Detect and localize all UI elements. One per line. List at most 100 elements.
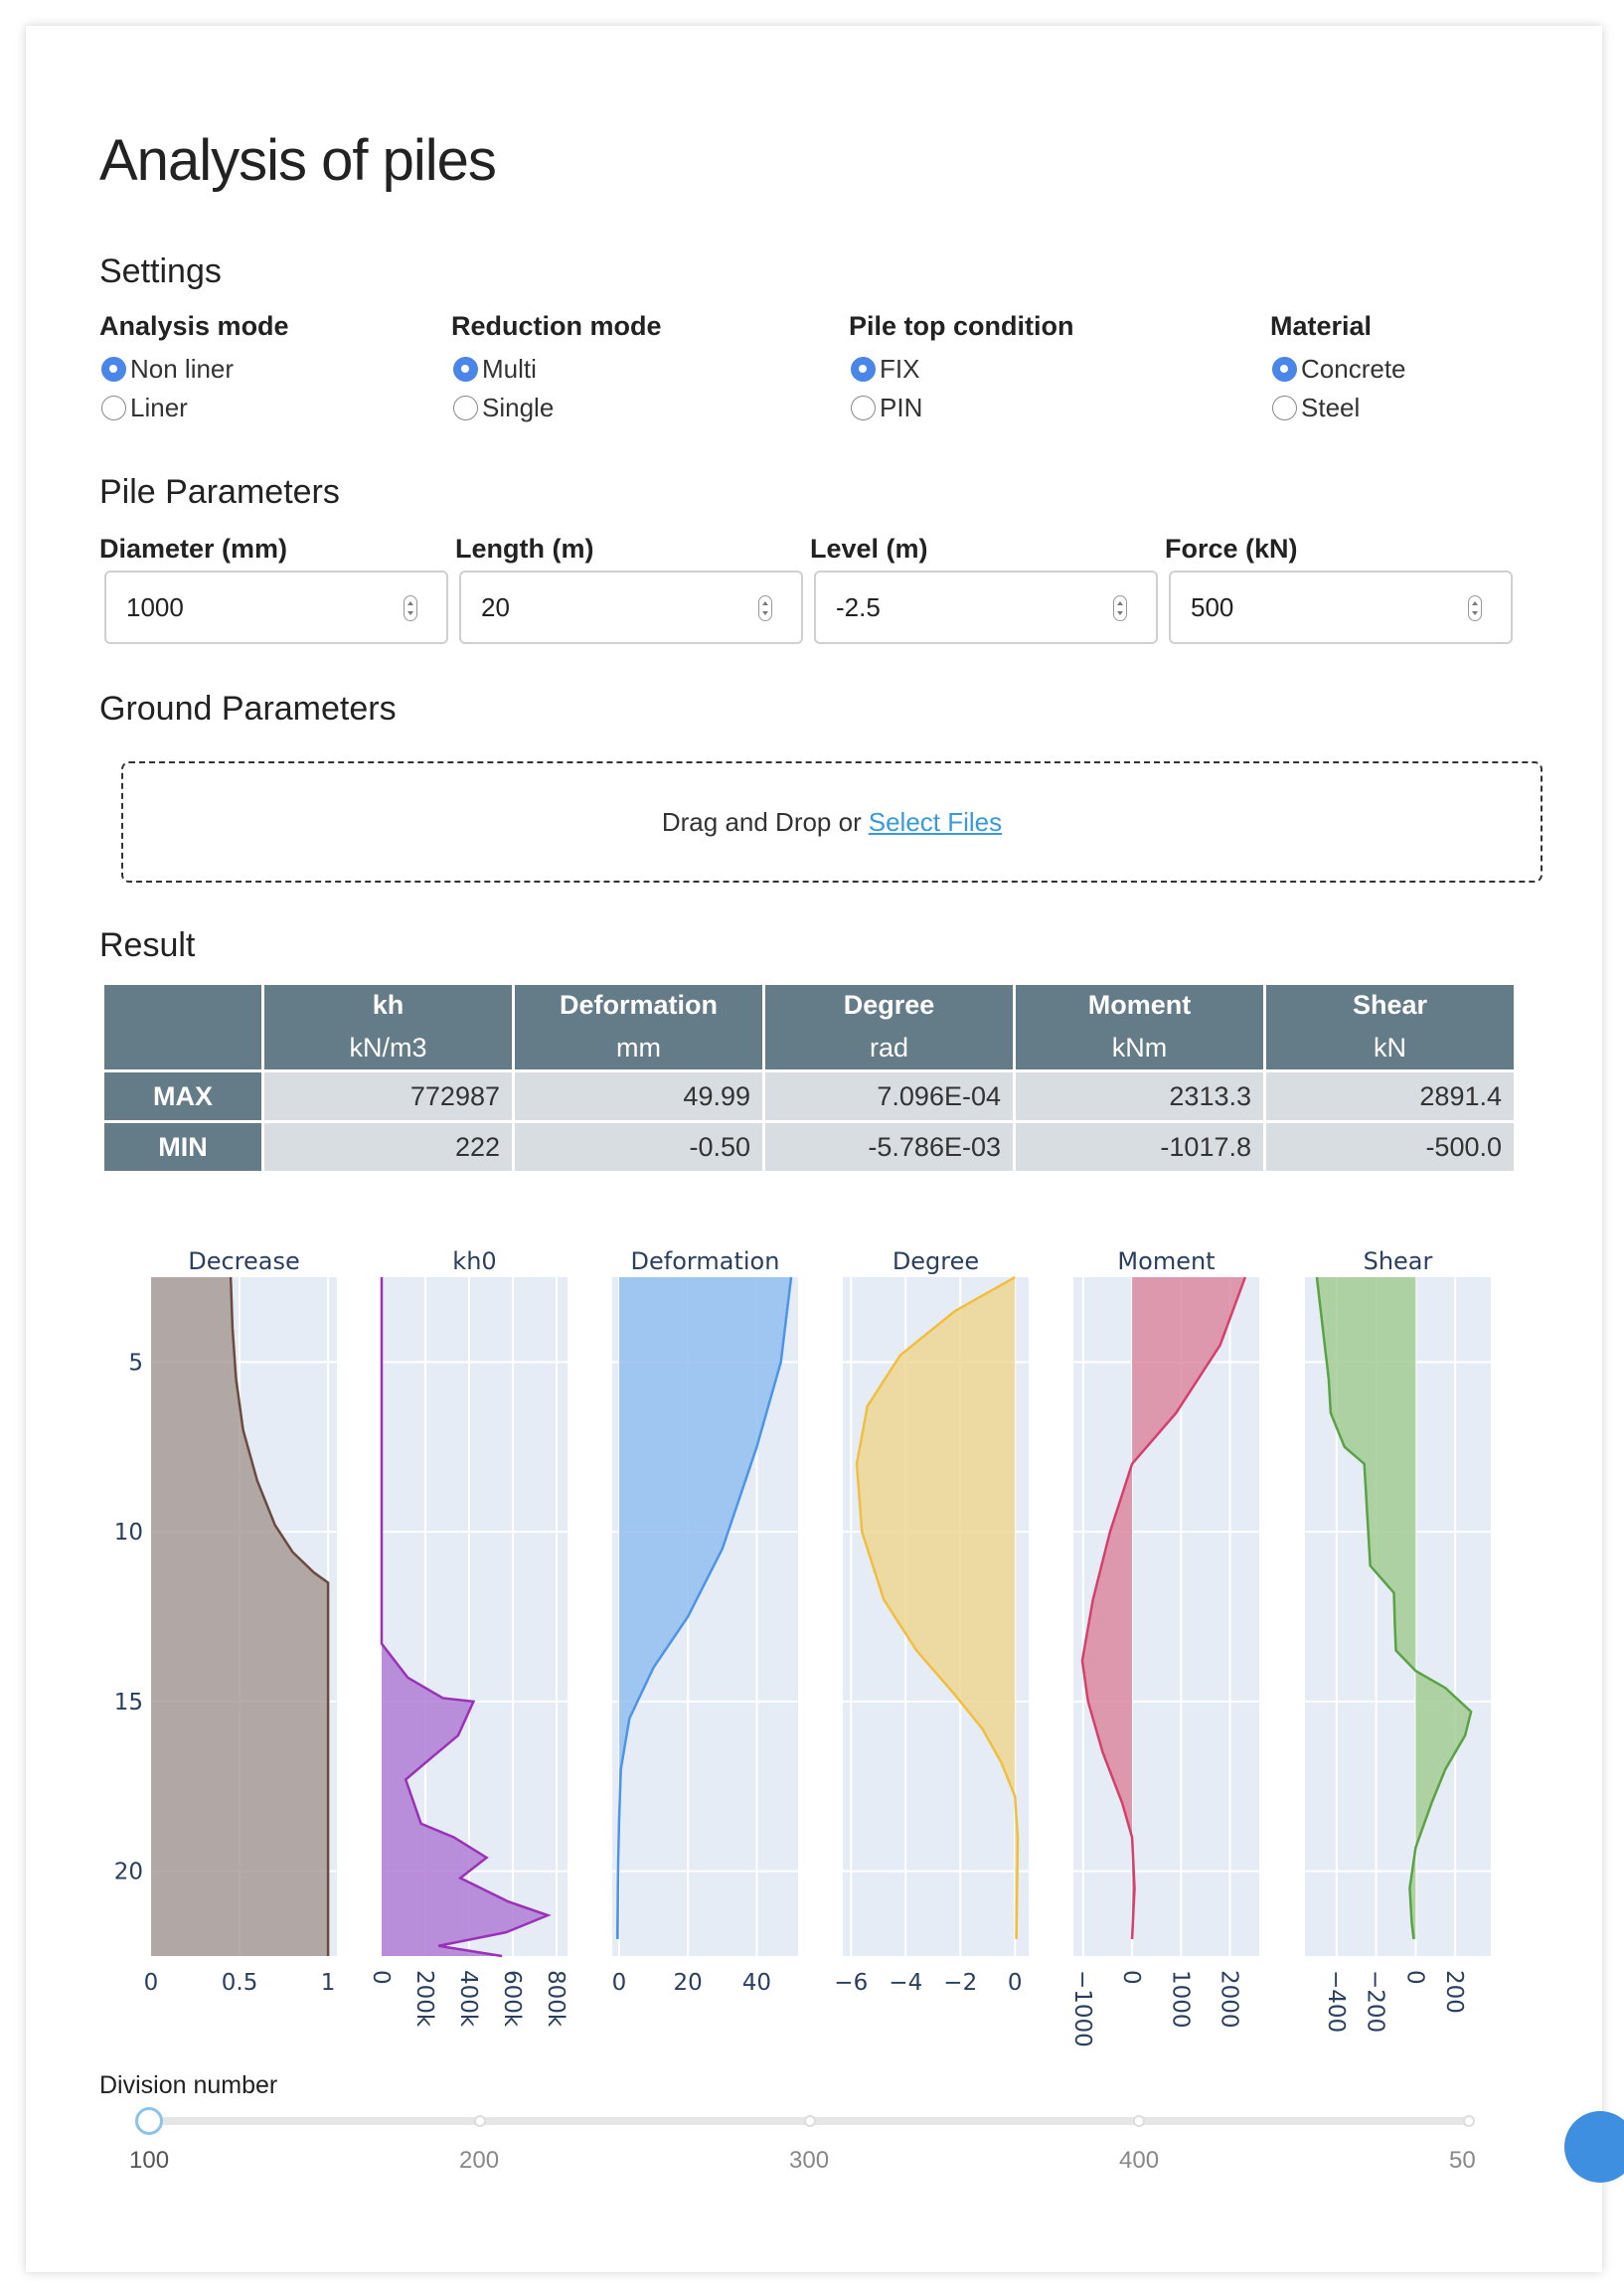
y-tick-label: 5 xyxy=(128,1350,143,1376)
x-tick-label: 0 xyxy=(1401,1970,1427,1985)
x-tick-label: 1000 xyxy=(1167,1970,1193,2029)
chart-title: kh0 xyxy=(452,1247,496,1275)
radio-dot-checked[interactable] xyxy=(1272,357,1297,382)
slider-mark-100: 100 xyxy=(129,2147,170,2174)
column-unit: kN xyxy=(1374,1033,1406,1063)
table-row-max: MAX 772987 49.99 7.096E-04 2313.3 2891.4 xyxy=(104,1072,1514,1120)
diameter-label: Diameter (mm) xyxy=(99,534,288,564)
slider-dot[interactable] xyxy=(1133,2115,1145,2127)
radio-label: Steel xyxy=(1301,393,1361,422)
diameter-spinner[interactable] xyxy=(404,595,417,621)
x-tick-label: 600k xyxy=(499,1970,525,2028)
header-deformation: Deformation mm xyxy=(515,985,762,1069)
radio-label: Multi xyxy=(482,354,537,384)
force-spinner[interactable] xyxy=(1468,595,1482,621)
y-tick-label: 10 xyxy=(114,1520,143,1546)
x-tick-label: 40 xyxy=(742,1970,771,1996)
table-cell: 7.096E-04 xyxy=(765,1072,1013,1120)
chart-title: Degree xyxy=(893,1247,979,1275)
diameter-input[interactable] xyxy=(104,571,448,644)
radio-pin[interactable]: PIN xyxy=(851,393,922,423)
y-tick-label: 20 xyxy=(114,1860,143,1885)
table-corner-cell xyxy=(104,985,261,1069)
radio-label: PIN xyxy=(880,393,923,422)
table-cell: 2313.3 xyxy=(1016,1072,1263,1120)
radio-dot[interactable] xyxy=(453,396,478,420)
x-tick-label: 200 xyxy=(1441,1970,1467,2014)
table-cell: -1017.8 xyxy=(1016,1123,1263,1171)
result-table: kh kN/m3 Deformation mm Degree rad Moment kN… xyxy=(101,982,1517,1174)
radio-dot[interactable] xyxy=(101,396,126,420)
force-input[interactable] xyxy=(1169,571,1513,644)
chart-title: Moment xyxy=(1117,1247,1215,1275)
length-spinner[interactable] xyxy=(758,595,772,621)
slider-dot[interactable] xyxy=(474,2115,486,2127)
x-tick-label: 2000 xyxy=(1216,1970,1241,2029)
analysis-mode-title: Analysis mode xyxy=(99,311,289,341)
radio-dot[interactable] xyxy=(851,396,876,420)
column-name: Deformation xyxy=(559,990,718,1020)
length-input[interactable] xyxy=(459,571,803,644)
column-unit: mm xyxy=(616,1033,661,1063)
pile-top-condition-title: Pile top condition xyxy=(849,311,1074,341)
x-tick-label: 0 xyxy=(1008,1970,1023,1996)
slider-mark-200: 200 xyxy=(459,2147,500,2174)
x-tick-label: 0 xyxy=(368,1970,394,1985)
file-drop-zone[interactable]: Drag and Drop or Select Files xyxy=(121,761,1543,883)
slider-dot[interactable] xyxy=(1463,2115,1475,2127)
chart-title: Deformation xyxy=(631,1247,780,1275)
radio-dot[interactable] xyxy=(1272,396,1297,420)
slider-dot[interactable] xyxy=(804,2115,816,2127)
y-tick-label: 15 xyxy=(114,1690,143,1716)
radio-liner[interactable]: Liner xyxy=(101,393,188,423)
column-unit: kNm xyxy=(1111,1033,1168,1063)
header-moment: Moment kNm xyxy=(1016,985,1263,1069)
column-unit: rad xyxy=(869,1033,909,1063)
header-kh: kh kN/m3 xyxy=(264,985,512,1069)
radio-label: Liner xyxy=(130,393,188,422)
radio-label: Non liner xyxy=(130,354,235,384)
slider-handle[interactable] xyxy=(135,2107,163,2135)
length-label: Length (m) xyxy=(455,534,594,564)
radio-concrete[interactable]: Concrete xyxy=(1272,354,1406,385)
table-cell: 49.99 xyxy=(515,1072,762,1120)
level-spinner[interactable] xyxy=(1113,595,1127,621)
radio-label: Concrete xyxy=(1301,354,1406,384)
slider-mark-50: 50 xyxy=(1449,2147,1476,2174)
x-tick-label: −1000 xyxy=(1069,1970,1095,2047)
select-files-link[interactable]: Select Files xyxy=(869,807,1002,838)
row-label: MAX xyxy=(104,1072,261,1120)
level-label: Level (m) xyxy=(810,534,928,564)
x-tick-label: −2 xyxy=(943,1970,977,1996)
radio-label: Single xyxy=(482,393,555,422)
x-tick-label: 20 xyxy=(674,1970,703,1996)
column-name: kh xyxy=(372,990,405,1020)
result-heading: Result xyxy=(99,926,196,964)
header-degree: Degree rad xyxy=(765,985,1013,1069)
table-cell: -5.786E-03 xyxy=(765,1123,1013,1171)
radio-label: FIX xyxy=(880,354,920,384)
division-number-label: Division number xyxy=(99,2071,278,2099)
radio-dot-checked[interactable] xyxy=(453,357,478,382)
x-tick-label: −4 xyxy=(889,1970,922,1996)
radio-dot-checked[interactable] xyxy=(851,357,876,382)
pile-parameters-heading: Pile Parameters xyxy=(99,473,340,511)
x-tick-label: 0 xyxy=(612,1970,627,1996)
slider-mark-300: 300 xyxy=(789,2147,830,2174)
drop-text: Drag and Drop or xyxy=(661,806,862,837)
radio-dot-checked[interactable] xyxy=(101,357,126,382)
radio-non-liner[interactable]: Non liner xyxy=(101,354,234,385)
chart-title: Decrease xyxy=(188,1247,300,1275)
row-label: MIN xyxy=(104,1123,261,1171)
settings-heading: Settings xyxy=(99,252,222,290)
x-tick-label: 400k xyxy=(455,1970,481,2028)
radio-steel[interactable]: Steel xyxy=(1272,393,1360,423)
radio-multi[interactable]: Multi xyxy=(453,354,537,385)
radio-single[interactable]: Single xyxy=(453,393,554,423)
x-tick-label: −200 xyxy=(1363,1970,1388,2033)
x-tick-label: −400 xyxy=(1323,1970,1349,2033)
chart-title: Shear xyxy=(1364,1247,1433,1275)
reduction-mode-title: Reduction mode xyxy=(451,311,662,341)
radio-fix[interactable]: FIX xyxy=(851,354,919,385)
level-input[interactable] xyxy=(814,571,1158,644)
